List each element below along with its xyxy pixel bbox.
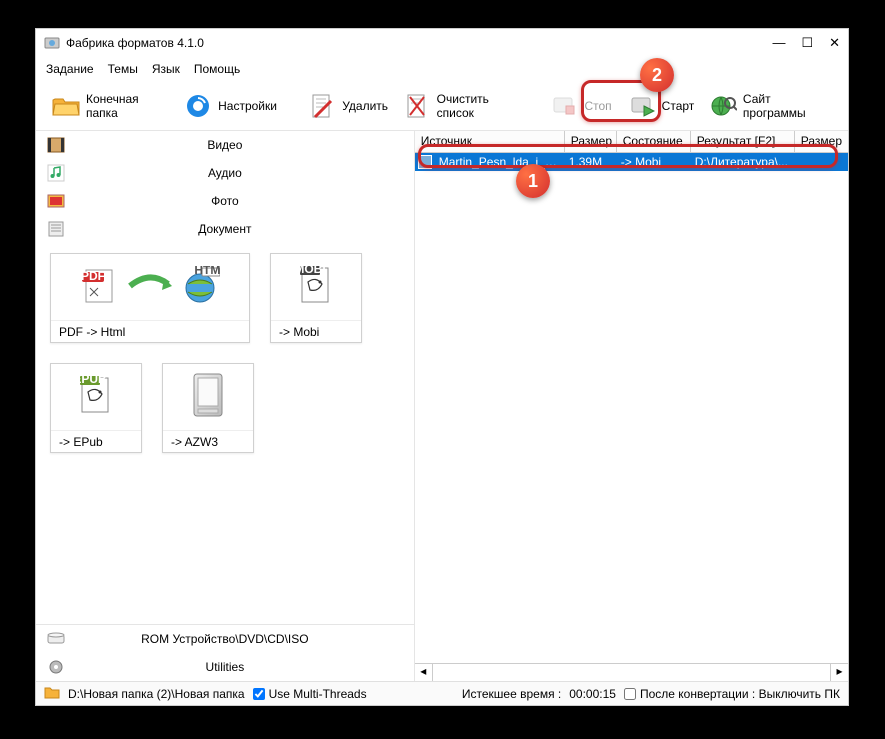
stop-icon bbox=[550, 92, 578, 120]
menu-help[interactable]: Помощь bbox=[194, 62, 240, 76]
left-pane: Видео Аудио Фото Документ P bbox=[36, 131, 415, 681]
elapsed-label: Истекшее время : bbox=[462, 687, 561, 701]
globe-icon bbox=[710, 92, 737, 120]
multithreads-checkbox[interactable] bbox=[253, 688, 265, 700]
app-icon bbox=[44, 35, 60, 51]
annotation-badge-2: 2 bbox=[640, 58, 674, 92]
toolbar: Конечная папка Настройки Удалить Очистит… bbox=[36, 81, 848, 131]
elapsed-value: 00:00:15 bbox=[569, 687, 616, 701]
stop-button[interactable]: Стоп bbox=[542, 88, 619, 124]
col-result[interactable]: Результат [F2] bbox=[691, 131, 795, 152]
menu-task[interactable]: Задание bbox=[46, 62, 94, 76]
epub-icon: EPUB bbox=[74, 374, 118, 421]
category-document[interactable]: Документ bbox=[36, 215, 414, 243]
kindle-icon bbox=[188, 372, 228, 423]
titlebar: Фабрика форматов 4.1.0 — ☐ ✕ bbox=[36, 29, 848, 57]
category-rom[interactable]: ROM Устройство\DVD\CD\ISO bbox=[36, 625, 414, 653]
delete-icon bbox=[308, 92, 336, 120]
multithreads-label: Use Multi-Threads bbox=[269, 687, 367, 701]
category-photo-label: Фото bbox=[76, 194, 414, 208]
output-folder-label: Конечная папка bbox=[86, 92, 168, 120]
image-icon bbox=[36, 192, 76, 210]
menu-themes[interactable]: Темы bbox=[108, 62, 138, 76]
delete-label: Удалить bbox=[342, 99, 388, 113]
minimize-button[interactable]: — bbox=[772, 35, 785, 51]
tile-pdf-to-html[interactable]: PDF HTML PDF -> Html bbox=[50, 253, 250, 343]
output-folder-button[interactable]: Конечная папка bbox=[44, 88, 176, 124]
status-bar: D:\Новая папка (2)\Новая папка Use Multi… bbox=[36, 681, 848, 705]
output-path[interactable]: D:\Новая папка (2)\Новая папка bbox=[68, 687, 245, 701]
tile-epub[interactable]: EPUB -> EPub bbox=[50, 363, 142, 453]
cell-result: D:\Литература\... bbox=[691, 155, 848, 169]
tile-azw3-label: -> AZW3 bbox=[163, 430, 253, 452]
start-icon bbox=[628, 92, 656, 120]
gear-small-icon bbox=[36, 659, 76, 675]
col-size2[interactable]: Размер bbox=[795, 131, 848, 152]
html-globe-icon: HTML bbox=[180, 266, 220, 309]
clear-icon bbox=[404, 92, 431, 120]
right-pane: Источник Размер Состояние Результат [F2]… bbox=[415, 131, 848, 681]
cell-size: 1.39M bbox=[565, 155, 617, 169]
gear-icon bbox=[184, 92, 212, 120]
settings-label: Настройки bbox=[218, 99, 277, 113]
category-rom-label: ROM Устройство\DVD\CD\ISO bbox=[76, 632, 414, 646]
tile-epub-label: -> EPub bbox=[51, 430, 141, 452]
horizontal-scrollbar[interactable]: ◂ ▸ bbox=[415, 663, 848, 681]
category-video[interactable]: Видео bbox=[36, 131, 414, 159]
pdf-icon: PDF bbox=[80, 266, 120, 309]
scroll-left-icon[interactable]: ◂ bbox=[415, 664, 433, 681]
category-audio[interactable]: Аудио bbox=[36, 159, 414, 187]
maximize-button[interactable]: ☐ bbox=[801, 35, 813, 51]
start-button[interactable]: Старт bbox=[620, 88, 703, 124]
drive-icon bbox=[36, 632, 76, 646]
film-icon bbox=[36, 136, 76, 154]
app-window: Фабрика форматов 4.1.0 — ☐ ✕ Задание Тем… bbox=[35, 28, 849, 706]
afterconv-label: После конвертации : Выключить ПК bbox=[640, 687, 840, 701]
document-icon bbox=[36, 220, 76, 238]
category-utilities-label: Utilities bbox=[76, 660, 414, 674]
scroll-right-icon[interactable]: ▸ bbox=[830, 664, 848, 681]
stop-label: Стоп bbox=[584, 99, 611, 113]
category-utilities[interactable]: Utilities bbox=[36, 653, 414, 681]
close-button[interactable]: ✕ bbox=[829, 35, 840, 51]
file-row[interactable]: Martin_Pesn_lda_i_pl... 1.39M -> Mobi D:… bbox=[415, 153, 848, 171]
folder-small-icon bbox=[44, 685, 60, 702]
svg-text:PDF: PDF bbox=[81, 269, 105, 283]
category-video-label: Видео bbox=[76, 138, 414, 152]
folder-icon bbox=[52, 92, 80, 120]
site-button[interactable]: Сайт программы bbox=[702, 88, 840, 124]
cell-source: Martin_Pesn_lda_i_pl... bbox=[435, 155, 565, 169]
clear-list-label: Очистить список bbox=[437, 92, 525, 120]
col-state[interactable]: Состояние bbox=[617, 131, 691, 152]
svg-text:MOBI: MOBI bbox=[294, 264, 325, 276]
clear-list-button[interactable]: Очистить список bbox=[396, 88, 533, 124]
tile-mobi-label: -> Mobi bbox=[271, 320, 361, 342]
file-icon bbox=[418, 155, 432, 169]
tile-pdf-to-html-label: PDF -> Html bbox=[51, 320, 249, 342]
delete-button[interactable]: Удалить bbox=[300, 88, 396, 124]
col-source[interactable]: Источник bbox=[415, 131, 565, 152]
mobi-icon: MOBI bbox=[294, 264, 338, 311]
category-audio-label: Аудио bbox=[76, 166, 414, 180]
site-label: Сайт программы bbox=[743, 92, 832, 120]
tile-mobi[interactable]: MOBI -> Mobi bbox=[270, 253, 362, 343]
afterconv-checkbox[interactable] bbox=[624, 688, 636, 700]
column-headers: Источник Размер Состояние Результат [F2]… bbox=[415, 131, 848, 153]
category-document-label: Документ bbox=[76, 222, 414, 236]
menubar: Задание Темы Язык Помощь bbox=[36, 57, 848, 81]
col-size[interactable]: Размер bbox=[565, 131, 617, 152]
svg-text:HTML: HTML bbox=[194, 266, 220, 277]
arrow-icon bbox=[128, 274, 172, 301]
start-label: Старт bbox=[662, 99, 695, 113]
window-title: Фабрика форматов 4.1.0 bbox=[66, 36, 772, 50]
annotation-badge-1: 1 bbox=[516, 164, 550, 198]
category-photo[interactable]: Фото bbox=[36, 187, 414, 215]
svg-text:EPUB: EPUB bbox=[74, 374, 107, 386]
menu-language[interactable]: Язык bbox=[152, 62, 180, 76]
note-icon bbox=[36, 164, 76, 182]
tile-azw3[interactable]: -> AZW3 bbox=[162, 363, 254, 453]
cell-state: -> Mobi bbox=[617, 155, 691, 169]
settings-button[interactable]: Настройки bbox=[176, 88, 285, 124]
